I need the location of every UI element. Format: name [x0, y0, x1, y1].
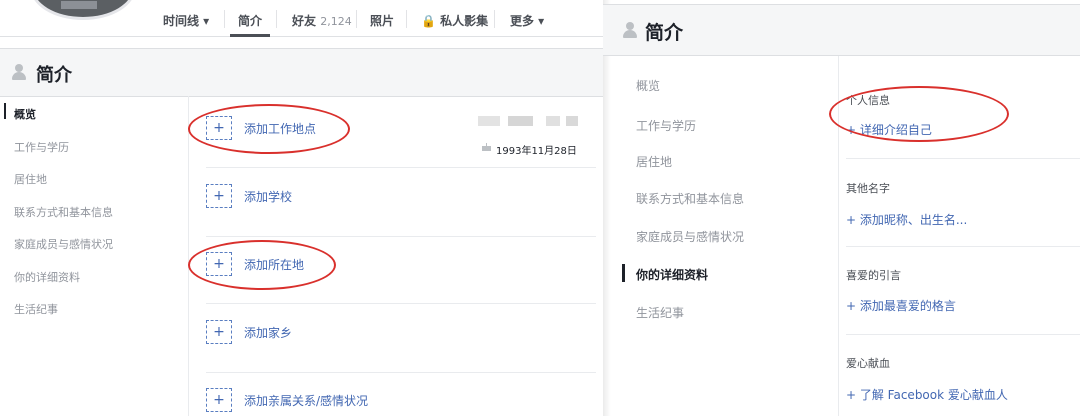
menu-active-indicator — [4, 103, 6, 119]
add-relationship-label: 添加亲属关系/感情状况 — [244, 394, 369, 408]
section-title-favorite-quotes: 喜爱的引言 — [846, 269, 901, 282]
highlight-circle — [188, 104, 350, 154]
section-divider — [846, 158, 1080, 159]
nav-photos-tab[interactable]: 照片 — [370, 12, 394, 29]
menu-item-details-about-you[interactable]: 你的详细资料 — [14, 269, 80, 285]
add-nickname-link[interactable]: + 添加昵称、出生名... — [846, 211, 967, 228]
nav-separator — [356, 10, 357, 28]
menu-item-overview[interactable]: 概览 — [636, 77, 660, 94]
section-divider — [846, 246, 1080, 247]
highlight-circle — [829, 86, 1009, 142]
menu-item-life-events[interactable]: 生活纪事 — [14, 301, 58, 317]
blood-donation-link[interactable]: + 了解 Facebook 爱心献血人 — [846, 386, 1008, 403]
nav-separator — [224, 10, 225, 28]
nav-separator — [276, 10, 277, 28]
nav-timeline-tab[interactable]: 时间线 ▾ — [163, 12, 209, 29]
plus-icon: + — [206, 184, 232, 208]
nav-about-tab[interactable]: 简介 — [238, 12, 262, 29]
section-divider — [846, 334, 1080, 335]
menu-item-overview[interactable]: 概览 — [14, 106, 36, 122]
plus-icon: + — [206, 320, 232, 344]
add-school-label: 添加学校 — [244, 190, 293, 204]
menu-item-work-education[interactable]: 工作与学历 — [14, 139, 69, 155]
nav-friends-tab[interactable]: 好友 2,124 — [292, 12, 352, 29]
user-icon — [623, 22, 638, 39]
birthday-info: 1993年11月28日 — [482, 142, 577, 157]
menu-item-work-education[interactable]: 工作与学历 — [636, 117, 696, 134]
menu-item-details-about-you[interactable]: 你的详细资料 — [636, 266, 708, 283]
right-screenshot-panel — [603, 0, 1080, 416]
row-divider — [206, 236, 596, 237]
birthday-cake-icon — [482, 143, 491, 151]
add-favorite-quote-link[interactable]: + 添加最喜爱的格言 — [846, 297, 956, 314]
menu-active-indicator — [622, 264, 625, 282]
column-divider — [188, 96, 189, 416]
section-title-blood-donation: 爱心献血 — [846, 357, 890, 370]
about-title: 简介 — [645, 22, 684, 44]
birthday-date: 1993年11月28日 — [496, 146, 577, 157]
nav-separator — [406, 10, 407, 28]
about-title: 简介 — [36, 65, 72, 86]
highlight-circle — [188, 240, 336, 290]
add-relationship-button[interactable]: + 添加亲属关系/感情状况 — [206, 386, 446, 414]
row-divider — [206, 167, 596, 168]
blurred-name — [478, 116, 578, 126]
menu-item-places-lived[interactable]: 居住地 — [636, 153, 672, 170]
about-section-header: 简介 — [603, 4, 1080, 56]
menu-item-places-lived[interactable]: 居住地 — [14, 171, 47, 187]
user-icon — [12, 64, 26, 80]
add-school-button[interactable]: + 添加学校 — [206, 182, 446, 210]
add-hometown-label: 添加家乡 — [244, 326, 293, 340]
row-divider — [206, 372, 596, 373]
active-tab-indicator — [230, 34, 270, 37]
nav-separator — [494, 10, 495, 28]
nav-friends-label: 好友 — [292, 14, 317, 28]
nav-more-dropdown[interactable]: 更多 ▾ — [510, 12, 544, 29]
menu-item-family-relationships[interactable]: 家庭成员与感情状况 — [636, 228, 744, 245]
row-divider — [206, 303, 596, 304]
panel-gap-shadow — [603, 0, 611, 416]
menu-item-family-relationships[interactable]: 家庭成员与感情状况 — [14, 236, 113, 252]
menu-item-contact-basic-info[interactable]: 联系方式和基本信息 — [14, 204, 113, 220]
menu-item-contact-basic-info[interactable]: 联系方式和基本信息 — [636, 190, 744, 207]
friends-count: 2,124 — [320, 15, 352, 28]
about-section-header: 简介 — [0, 48, 603, 97]
nav-private-albums-tab[interactable]: 🔒 私人影集 — [421, 12, 488, 29]
menu-item-life-events[interactable]: 生活纪事 — [636, 304, 684, 321]
plus-icon: + — [206, 388, 232, 412]
section-title-other-names: 其他名字 — [846, 182, 890, 195]
add-hometown-button[interactable]: + 添加家乡 — [206, 318, 446, 346]
